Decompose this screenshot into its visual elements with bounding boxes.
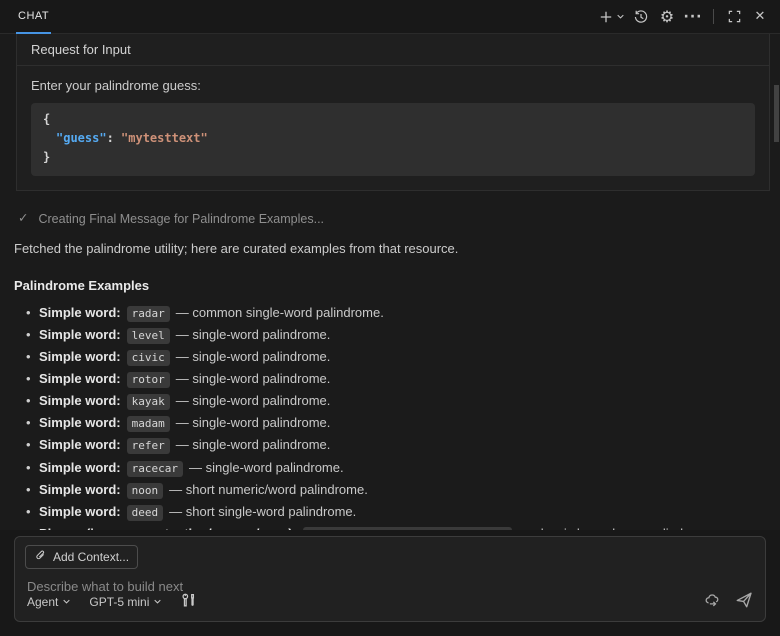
item-code: A man, a plan, a canal, Panama	[302, 526, 512, 530]
send-button[interactable]	[735, 591, 753, 612]
send-icon	[735, 591, 753, 612]
list-item: Simple word: madam — single-word palindrom…	[26, 415, 780, 433]
chat-composer: Add Context... Describe what to build ne…	[0, 530, 780, 636]
maximize-icon	[727, 9, 742, 24]
item-code: radar	[126, 305, 170, 322]
settings-button[interactable]: ⚙	[657, 6, 677, 28]
model-picker[interactable]: GPT-5 mini	[89, 595, 162, 609]
item-desc: — classic long phrase palindrome.	[518, 526, 717, 530]
item-desc: — single-word palindrome.	[175, 348, 331, 364]
list-item: Simple word: radar — common single-word pa…	[26, 304, 780, 322]
item-code: racecar	[126, 460, 183, 477]
item-label: Simple word:	[39, 481, 121, 497]
request-for-input-panel: Request for Input Enter your palindrome …	[16, 34, 770, 191]
item-label: Simple word:	[39, 304, 121, 320]
item-code: deed	[126, 504, 164, 521]
item-code: level	[126, 327, 170, 344]
json-code-block: { "guess": "mytesttext"}	[31, 103, 755, 176]
list-item: Simple word: civic — single-word palindrom…	[26, 348, 780, 366]
tools-icon	[180, 592, 197, 612]
list-item: Phrase (ignore punctuation/spaces/case):…	[26, 526, 780, 530]
code-close-brace: }	[43, 150, 51, 165]
add-context-button[interactable]: Add Context...	[25, 545, 139, 569]
composer-toolbar: Agent GPT-5 mini	[27, 591, 753, 612]
cloud-arrow-icon	[704, 592, 721, 612]
code-open-brace: {	[43, 112, 51, 126]
scrollbar-thumb[interactable]	[774, 85, 779, 142]
item-desc: — single-word palindrome.	[175, 437, 331, 453]
item-desc: — common single-word palindrome.	[175, 304, 384, 320]
mode-label: Agent	[27, 594, 59, 609]
item-label: Simple word:	[39, 437, 121, 453]
item-code: noon	[126, 482, 164, 499]
examples-heading: Palindrome Examples	[14, 277, 150, 293]
close-icon: ✕	[754, 9, 766, 24]
item-label: Simple word:	[39, 503, 121, 519]
history-button[interactable]	[631, 6, 651, 28]
list-item: Simple word: refer — single-word palindrom…	[26, 437, 780, 455]
item-label: Simple word:	[39, 459, 121, 475]
panel-body: Enter your palindrome guess: { "guess": "…	[17, 66, 769, 190]
chat-panel: CHAT ⚙ ··· ✕ Request for Input Enter you…	[0, 0, 780, 636]
code-value: "mytesttext"	[121, 131, 208, 146]
panel-titlebar: CHAT ⚙ ··· ✕	[0, 0, 780, 34]
panel-header: Request for Input	[17, 34, 769, 66]
list-item: Simple word: level — single-word palindrom…	[26, 326, 780, 344]
progress-label: Creating Final Message for Palindrome Ex…	[38, 211, 325, 226]
input-prompt: Enter your palindrome guess:	[31, 78, 201, 93]
tool-progress-row[interactable]: ✓ Creating Final Message for Palindrome …	[18, 212, 780, 226]
tab-chat[interactable]: CHAT	[16, 0, 52, 34]
delegate-to-agent-button[interactable]	[704, 592, 721, 612]
item-desc: — short single-word palindrome.	[169, 503, 357, 519]
code-key: "guess"	[56, 131, 107, 146]
item-desc: — short numeric/word palindrome.	[169, 481, 368, 497]
list-item: Simple word: deed — short single-word pali…	[26, 503, 780, 521]
item-label: Simple word:	[39, 370, 121, 386]
assistant-intro-text: Fetched the palindrome utility; here are…	[14, 240, 459, 256]
item-label: Simple word:	[39, 415, 121, 431]
close-button[interactable]: ✕	[750, 6, 770, 28]
list-item: Simple word: racecar — single-word palindr…	[26, 459, 780, 477]
code-separator: :	[106, 131, 122, 146]
item-desc: — single-word palindrome.	[175, 326, 331, 342]
configure-tools-button[interactable]	[180, 592, 197, 612]
list-item: Simple word: rotor — single-word palindrom…	[26, 370, 780, 388]
paperclip-icon	[34, 549, 47, 565]
item-desc: — single-word palindrome.	[188, 459, 344, 475]
item-label: Simple word:	[39, 326, 121, 342]
palindrome-examples-list: Simple word: radar — common single-word pa…	[0, 304, 780, 530]
item-label: Simple word:	[39, 393, 121, 409]
item-code: civic	[126, 349, 170, 366]
item-desc: — single-word palindrome.	[175, 415, 331, 431]
gear-icon: ⚙	[659, 6, 675, 26]
plus-icon	[598, 9, 614, 25]
history-icon	[633, 9, 649, 25]
list-item: Simple word: kayak — single-word palindrom…	[26, 393, 780, 411]
list-item: Simple word: noon — short numeric/word pal…	[26, 481, 780, 499]
item-desc: — single-word palindrome.	[175, 370, 331, 386]
new-chat-button[interactable]	[598, 6, 625, 28]
ellipsis-icon: ···	[683, 8, 703, 25]
composer-box: Add Context... Describe what to build ne…	[14, 536, 766, 622]
model-label: GPT-5 mini	[89, 594, 150, 609]
titlebar-actions: ⚙ ··· ✕	[598, 0, 770, 33]
titlebar-divider	[713, 9, 714, 24]
item-label: Simple word:	[39, 348, 121, 364]
add-context-label: Add Context...	[53, 550, 130, 564]
item-label: Phrase (ignore punctuation/spaces/case):	[39, 526, 297, 530]
item-code: madam	[126, 416, 170, 433]
maximize-button[interactable]	[724, 6, 744, 28]
more-actions-button[interactable]: ···	[683, 6, 703, 28]
item-code: rotor	[126, 371, 170, 388]
tab-chat-label: CHAT	[18, 10, 50, 22]
mode-picker[interactable]: Agent	[27, 595, 71, 609]
item-code: kayak	[126, 394, 170, 411]
chevron-down-icon	[616, 12, 625, 21]
item-code: refer	[126, 438, 170, 455]
chat-message-list: Request for Input Enter your palindrome …	[0, 34, 780, 530]
chevron-down-icon	[153, 595, 162, 609]
chevron-down-icon	[62, 595, 71, 609]
item-desc: — single-word palindrome.	[175, 393, 331, 409]
check-icon: ✓	[18, 210, 29, 226]
